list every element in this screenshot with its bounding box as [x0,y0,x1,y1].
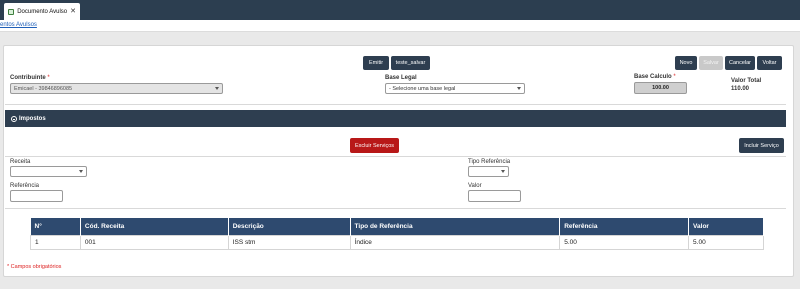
impostos-title: Impostos [19,115,46,122]
referencia-label: Referência [10,183,40,189]
valor-label: Valor [468,183,482,189]
col-header-valor: Valor [688,218,764,235]
novo-button[interactable]: Novo [675,56,697,70]
divider [5,208,786,209]
excluir-servicos-button[interactable]: Excluir Serviços [350,138,399,153]
cell-numero: 1 [30,234,81,250]
impostos-section-header[interactable]: Impostos [5,110,786,127]
base-calculo-input[interactable]: 100.00 [634,82,687,94]
chevron-down-icon [517,87,521,90]
col-header-numero: N° [30,218,81,235]
contribuinte-value: Emicael - 39846896085 [14,85,73,92]
divider [5,156,786,157]
valor-total-value: 110.00 [731,86,750,92]
receita-label: Receita [10,159,31,165]
cell-cod-receita: 001 [79,234,229,250]
chevron-down-icon [79,170,83,173]
voltar-button[interactable]: Voltar [757,56,782,70]
chevron-down-icon [501,170,505,173]
base-legal-select[interactable]: - Selecione uma base legal [385,83,525,94]
cancelar-button[interactable]: Cancelar [725,56,755,70]
base-calculo-label: Base Calculo * [634,74,676,80]
cell-tipo-referencia: Índice [349,234,561,250]
breadcrumb-link[interactable]: entos Avulsos [0,22,37,28]
emitir-button[interactable]: Emitir [363,56,389,70]
cell-referencia: 5.00 [559,234,690,250]
tab-documento-avulso[interactable]: Documento Avulso ✕ [4,3,80,20]
breadcrumb-bar: entos Avulsos [0,20,800,32]
tab-label: Documento Avulso [17,8,68,15]
teste-salvar-button[interactable]: teste_salvar [391,56,430,70]
tipo-referencia-select[interactable] [468,166,509,177]
salvar-button[interactable]: Salvar [699,56,723,70]
col-header-tipo-referencia: Tipo de Referência [350,218,561,235]
cell-valor: 5.00 [688,234,764,250]
valor-total-label: Valor Total [731,78,762,84]
divider [5,104,786,105]
table-row[interactable]: 1 001 ISS stm Índice 5.00 5.00 [30,234,764,250]
receita-select[interactable] [10,166,87,177]
collapse-icon [11,115,17,122]
col-header-referencia: Referência [559,218,690,235]
valor-input[interactable] [468,190,521,202]
incluir-servico-button[interactable]: Incluir Serviço [739,138,784,153]
required-fields-note: * Campos obrigatórios [7,264,62,270]
impostos-table: N° Cód. Receita Descrição Tipo de Referê… [30,218,764,250]
contribuinte-label: Contribuinte * [10,75,50,81]
col-header-descricao: Descrição [228,218,351,235]
document-icon [8,8,15,15]
base-legal-value: - Selecione uma base legal [389,85,456,92]
close-tab-icon[interactable]: ✕ [70,8,76,15]
col-header-cod-receita: Cód. Receita [80,218,229,235]
base-legal-label: Base Legal [385,75,417,81]
referencia-input[interactable] [10,190,63,202]
chevron-down-icon [215,87,219,90]
cell-descricao: ISS stm [227,234,351,250]
tipo-referencia-label: Tipo Referência [468,159,511,165]
table-header-row: N° Cód. Receita Descrição Tipo de Referê… [30,218,764,235]
top-bar: Documento Avulso ✕ [0,0,800,20]
contribuinte-select[interactable]: Emicael - 39846896085 [10,83,223,94]
